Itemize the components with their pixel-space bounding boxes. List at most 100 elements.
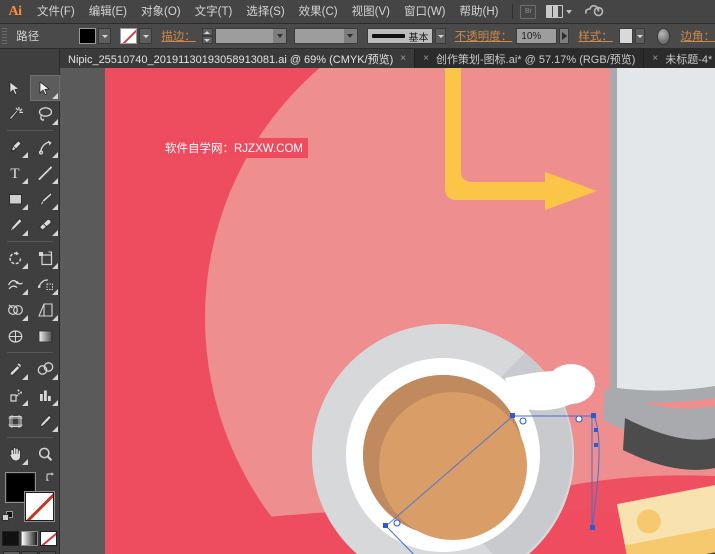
tool-flyout-indicator — [52, 426, 58, 432]
close-icon[interactable]: × — [400, 53, 406, 64]
stroke-dropdown-button[interactable] — [139, 28, 153, 44]
menu-file[interactable]: 文件(F) — [30, 2, 82, 22]
tool-flyout-indicator — [22, 230, 28, 236]
menu-edit[interactable]: 编辑(E) — [82, 2, 134, 22]
color-mode-buttons — [0, 531, 59, 546]
blend-tool[interactable] — [30, 356, 60, 382]
tools-divider — [7, 241, 53, 242]
curvature-tool[interactable] — [30, 134, 60, 160]
tool-flyout-indicator — [22, 400, 28, 406]
direct-selection-tool[interactable] — [30, 75, 60, 101]
close-icon[interactable]: × — [652, 53, 658, 64]
opacity-popup-button[interactable] — [558, 28, 570, 44]
gradient-tool[interactable] — [30, 323, 60, 349]
tools-panel: T — [0, 49, 60, 554]
shape-builder-tool[interactable] — [0, 297, 30, 323]
tool-flyout-indicator — [52, 93, 58, 99]
menu-object[interactable]: 对象(O) — [134, 2, 188, 22]
swap-fill-stroke-icon[interactable] — [45, 471, 57, 483]
mesh-tool[interactable] — [0, 323, 30, 349]
chevron-down-icon — [347, 34, 354, 38]
eraser-tool[interactable] — [30, 212, 60, 238]
perspective-grid-tool[interactable] — [30, 297, 60, 323]
tab-label: 创作策划-图标.ai* @ 57.17% (RGB/预览) — [435, 53, 636, 66]
menu-window[interactable]: 窗口(W) — [397, 2, 453, 22]
tool-flyout-indicator — [52, 315, 58, 321]
selection-tool[interactable] — [0, 75, 30, 101]
document-canvas[interactable]: 软件自学网：RJZXW.COM — [60, 68, 715, 554]
toolbar-stroke-swatch[interactable] — [25, 492, 54, 521]
menu-select[interactable]: 选择(S) — [239, 2, 291, 22]
fill-swatch[interactable] — [79, 28, 97, 44]
default-stroke-square — [2, 514, 9, 521]
menu-type[interactable]: 文字(T) — [188, 2, 240, 22]
tool-flyout-indicator — [22, 459, 28, 465]
stroke-swatch-none[interactable] — [120, 28, 138, 44]
zoom-tool[interactable] — [30, 441, 60, 467]
color-mode-solid[interactable] — [2, 531, 19, 546]
fill-swatch-group[interactable] — [79, 28, 112, 44]
fill-dropdown-button[interactable] — [98, 28, 112, 44]
rotate-tool[interactable] — [0, 245, 30, 271]
color-mode-none[interactable] — [40, 531, 57, 546]
control-bar-grip[interactable] — [2, 27, 8, 45]
stroke-swatch-group[interactable] — [120, 28, 153, 44]
width-tool[interactable] — [0, 271, 30, 297]
bridge-icon[interactable]: Br — [520, 4, 537, 19]
symbol-sprayer-tool[interactable] — [0, 382, 30, 408]
stepper-down-icon[interactable] — [201, 36, 213, 44]
slice-tool[interactable] — [30, 408, 60, 434]
arrange-documents-button[interactable] — [546, 5, 573, 18]
column-graph-tool[interactable] — [30, 382, 60, 408]
document-tab-chuangzuo[interactable]: × 创作策划-图标.ai* @ 57.17% (RGB/预览) — [415, 49, 645, 68]
artboard-tool[interactable] — [0, 408, 30, 434]
type-tool[interactable]: T — [0, 160, 30, 186]
document-tab-nipic[interactable]: Nipic_25510740_20191130193058913081.ai @… — [60, 49, 416, 68]
pencil-tool[interactable] — [0, 212, 30, 238]
brush-definition-field[interactable]: 基本 — [366, 28, 434, 44]
menu-view[interactable]: 视图(V) — [345, 2, 397, 22]
style-dropdown-button[interactable] — [634, 28, 646, 44]
tool-flyout-indicator — [52, 119, 58, 125]
close-icon[interactable]: × — [423, 53, 429, 64]
tool-flyout-indicator — [52, 230, 58, 236]
default-fill-stroke-icon[interactable] — [2, 511, 14, 523]
tool-flyout-indicator — [22, 178, 28, 184]
pen-tool[interactable] — [0, 134, 30, 160]
stroke-profile-dropdown[interactable] — [343, 29, 357, 43]
lasso-tool[interactable] — [30, 101, 60, 127]
tool-flyout-indicator — [52, 204, 58, 210]
free-transform-tool[interactable] — [30, 271, 60, 297]
stepper-up-icon[interactable] — [201, 28, 213, 36]
paintbrush-tool[interactable] — [30, 186, 60, 212]
menu-bar: Ai 文件(F) 编辑(E) 对象(O) 文字(T) 选择(S) 效果(C) 视… — [0, 0, 715, 24]
document-tab-untitled4[interactable]: × 未标题-4* @ 1 — [644, 49, 715, 68]
cloud-sync-icon[interactable] — [584, 3, 604, 20]
tool-flyout-indicator — [22, 289, 28, 295]
control-bar: 路径 描边： 基本 不透明度： 10% 样式： 边角： — [0, 24, 715, 49]
hand-tool[interactable] — [0, 441, 30, 467]
opacity-input[interactable]: 10% — [516, 28, 557, 44]
style-label: 样式： — [578, 31, 613, 43]
round-corner-icon[interactable] — [657, 27, 671, 45]
menu-divider — [512, 4, 514, 19]
stroke-weight-input[interactable] — [214, 28, 288, 44]
scale-tool[interactable] — [30, 245, 60, 271]
rectangle-tool[interactable] — [0, 186, 30, 212]
arrange-grid-icon — [546, 5, 564, 18]
stroke-weight-stepper[interactable] — [201, 28, 213, 44]
stroke-weight-dropdown[interactable] — [273, 29, 287, 43]
magic-wand-tool[interactable] — [0, 101, 30, 127]
line-segment-tool[interactable] — [30, 160, 60, 186]
color-mode-gradient[interactable] — [21, 531, 38, 546]
selection-type-label: 路径 — [16, 31, 40, 43]
graphic-style-swatch[interactable] — [618, 28, 633, 44]
menu-effect[interactable]: 效果(C) — [292, 2, 345, 22]
eyedropper-tool[interactable] — [0, 356, 30, 382]
brush-dropdown-button[interactable] — [435, 28, 446, 44]
menu-help[interactable]: 帮助(H) — [453, 2, 506, 22]
tools-divider — [7, 437, 53, 438]
corner-label: 边角： — [680, 31, 715, 43]
stroke-profile-input[interactable] — [294, 28, 358, 44]
tool-flyout-indicator — [22, 315, 28, 321]
